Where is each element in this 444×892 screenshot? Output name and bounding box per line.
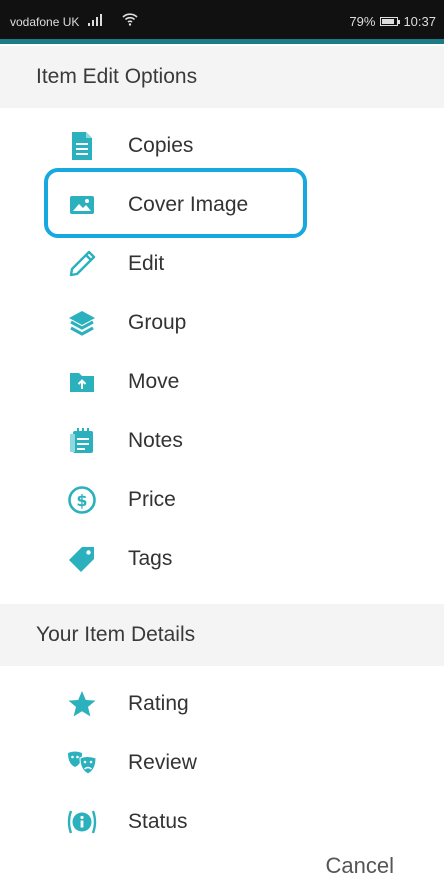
notes-icon <box>64 423 100 459</box>
tag-icon <box>64 541 100 577</box>
option-label: Price <box>128 488 176 511</box>
layers-icon <box>64 305 100 341</box>
info-icon <box>64 804 100 840</box>
battery-percent: 79% <box>349 14 376 29</box>
option-copies[interactable]: Copies <box>0 117 444 175</box>
section-header-item-details: Your Item Details <box>0 604 444 666</box>
option-label: Notes <box>128 429 183 452</box>
pencil-icon <box>64 246 100 282</box>
section-title: Item Edit Options <box>36 65 198 88</box>
clock: 10:37 <box>403 14 436 29</box>
option-label: Tags <box>128 547 173 570</box>
option-move[interactable]: Move <box>0 353 444 411</box>
cancel-button[interactable]: Cancel <box>326 853 394 879</box>
option-edit[interactable]: Edit <box>0 235 444 293</box>
option-status[interactable]: Status <box>0 793 444 851</box>
section-header-edit-options: Item Edit Options <box>0 46 444 108</box>
signal-icon <box>88 14 102 26</box>
masks-icon <box>64 745 100 781</box>
option-label: Group <box>128 311 187 334</box>
option-review[interactable]: Review <box>0 734 444 792</box>
option-label: Copies <box>128 134 194 157</box>
status-bar: vodafone UK 79% 10:37 <box>0 0 444 44</box>
section-title: Your Item Details <box>36 623 196 646</box>
selection-highlight <box>44 168 307 238</box>
carrier-name: vodafone UK <box>10 15 80 29</box>
option-label: Rating <box>128 692 189 715</box>
option-label: Edit <box>128 252 165 275</box>
option-label: Move <box>128 370 180 393</box>
option-notes[interactable]: Notes <box>0 412 444 470</box>
option-group[interactable]: Group <box>0 294 444 352</box>
option-price[interactable]: $ Price <box>0 471 444 529</box>
star-icon <box>64 686 100 722</box>
dollar-circle-icon: $ <box>64 482 100 518</box>
battery-icon <box>380 17 401 26</box>
document-icon <box>64 128 100 164</box>
svg-text:$: $ <box>76 491 87 510</box>
folder-move-icon <box>64 364 100 400</box>
option-label: Status <box>128 810 188 833</box>
option-label: Review <box>128 751 197 774</box>
wifi-icon <box>122 13 138 26</box>
option-rating[interactable]: Rating <box>0 675 444 733</box>
option-tags[interactable]: Tags <box>0 530 444 588</box>
